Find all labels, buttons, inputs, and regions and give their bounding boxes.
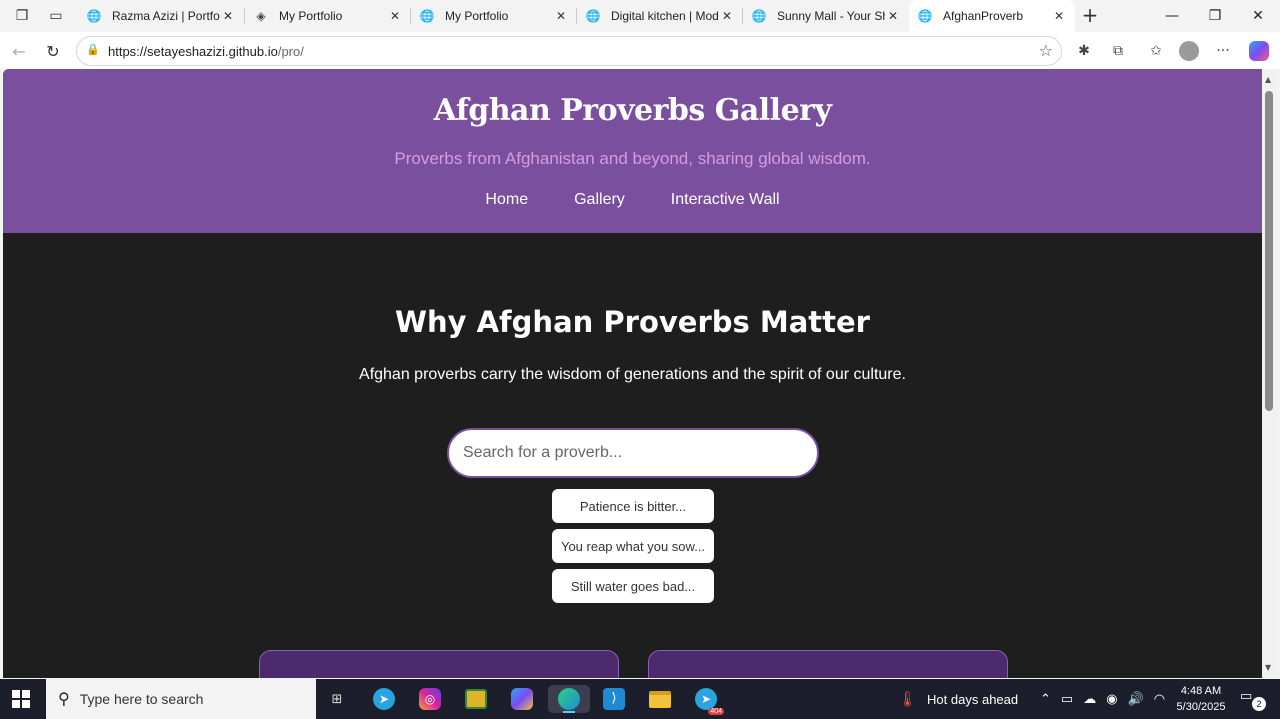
address-bar[interactable]: 🔒 https://setayeshazizi.github.io/pro/ ☆ xyxy=(76,36,1062,66)
back-button[interactable]: ← xyxy=(6,38,32,64)
tab-my-portfolio-1[interactable]: ◈ My Portfolio ✕ xyxy=(245,0,411,32)
tab-afghan-proverb[interactable]: 🌐 AfghanProverb ✕ xyxy=(909,0,1075,32)
chevron-up-icon[interactable]: ⌃ xyxy=(1040,691,1051,707)
restore-button[interactable]: ❐ xyxy=(1193,0,1237,32)
site-header: Afghan Proverbs Gallery Proverbs from Af… xyxy=(3,69,1262,233)
notification-icon[interactable]: ▭ 2 xyxy=(1240,689,1266,711)
clock-time: 4:48 AM xyxy=(1180,685,1222,697)
weather-widget[interactable]: 🌡 Hot days ahead xyxy=(898,679,1018,719)
taskbar-search-box[interactable]: ⚲ Type here to search xyxy=(46,679,316,719)
close-icon[interactable]: ✕ xyxy=(387,9,403,23)
start-button[interactable] xyxy=(12,690,30,708)
scroll-up-arrow-icon[interactable]: ▲ xyxy=(1265,75,1271,84)
tab-title: Razma Azizi | Portfolio xyxy=(112,9,220,23)
battery-icon[interactable]: ▭ xyxy=(1061,691,1073,707)
site-nav: Home Gallery Interactive Wall xyxy=(3,191,1262,209)
favorite-star-icon[interactable]: ☆ xyxy=(1039,41,1053,60)
extensions-icon[interactable]: ⧉ xyxy=(1107,40,1129,62)
globe-icon: 🌐 xyxy=(917,9,933,23)
close-icon[interactable]: ✕ xyxy=(220,9,236,23)
task-view-icon[interactable]: ⊞ xyxy=(323,685,351,713)
scroll-thumb[interactable] xyxy=(1265,91,1273,411)
nav-interactive-wall[interactable]: Interactive Wall xyxy=(671,191,780,209)
copilot-app-icon[interactable] xyxy=(508,685,536,713)
globe-icon: 🌐 xyxy=(751,9,767,23)
scroll-down-arrow-icon[interactable]: ▼ xyxy=(1265,663,1271,672)
meet-now-icon[interactable]: ◉ xyxy=(1106,691,1117,707)
site-title: Afghan Proverbs Gallery xyxy=(433,93,832,128)
close-icon[interactable]: ✕ xyxy=(1051,9,1067,23)
proverb-card[interactable] xyxy=(648,650,1008,678)
vscode-icon[interactable]: ⟩ xyxy=(600,685,628,713)
site-subtitle: Proverbs from Afghanistan and beyond, sh… xyxy=(394,149,871,168)
nav-home[interactable]: Home xyxy=(485,191,528,209)
tab-title: Digital kitchen | Modern xyxy=(611,9,719,23)
edge-icon[interactable] xyxy=(548,685,590,713)
favorites-icon[interactable]: ✩ xyxy=(1145,40,1167,62)
tab-title: My Portfolio xyxy=(445,9,509,23)
telegram-icon[interactable]: ➤ xyxy=(370,685,398,713)
telegram-badge-icon[interactable]: ➤ 404 xyxy=(692,685,724,715)
wifi-icon[interactable]: ◠ xyxy=(1154,691,1165,707)
nav-gallery[interactable]: Gallery xyxy=(574,191,625,209)
suggestion-button-reap[interactable]: You reap what you sow... xyxy=(552,529,714,563)
volume-icon[interactable]: 🔊 xyxy=(1128,691,1144,707)
close-window-button[interactable]: ✕ xyxy=(1236,0,1280,32)
profile-avatar[interactable] xyxy=(1178,40,1200,62)
tab-digital-kitchen[interactable]: 🌐 Digital kitchen | Modern ✕ xyxy=(577,0,743,32)
search-icon: ⚲ xyxy=(58,691,70,708)
tab-title: My Portfolio xyxy=(279,9,343,23)
lock-icon[interactable]: 🔒 xyxy=(85,43,101,59)
tab-razma-portfolio[interactable]: 🌐 Razma Azizi | Portfolio ✕ xyxy=(78,0,244,32)
telegram-badge: 404 xyxy=(708,708,724,715)
tab-actions-icon[interactable]: ▭ xyxy=(45,5,67,27)
diamond-icon: ◈ xyxy=(256,9,266,23)
close-icon[interactable]: ✕ xyxy=(553,9,569,23)
globe-icon: 🌐 xyxy=(585,9,601,23)
close-icon[interactable]: ✕ xyxy=(719,9,735,23)
copilot-icon[interactable] xyxy=(1248,40,1270,62)
weather-text: Hot days ahead xyxy=(927,691,1019,707)
url-path: /pro/ xyxy=(277,44,304,59)
proverb-card[interactable] xyxy=(259,650,619,678)
bug-extension-icon[interactable]: ✱ xyxy=(1073,40,1095,62)
section-text: Afghan proverbs carry the wisdom of gene… xyxy=(359,366,906,383)
globe-icon: 🌐 xyxy=(419,9,435,23)
system-tray: ⌃ ▭ ☁ ◉ 🔊 ◠ xyxy=(1040,679,1165,719)
more-menu-icon[interactable]: ··· xyxy=(1212,40,1234,62)
close-icon[interactable]: ✕ xyxy=(885,9,901,23)
browser-toolbar: ← ↻ 🔒 https://setayeshazizi.github.io/pr… xyxy=(0,32,1280,69)
url-text: https://setayeshazizi.github.io/pro/ xyxy=(108,44,304,59)
notification-badge: 2 xyxy=(1252,697,1266,711)
tab-my-portfolio-2[interactable]: 🌐 My Portfolio ✕ xyxy=(411,0,577,32)
instagram-icon[interactable]: ◎ xyxy=(416,685,444,713)
new-tab-button[interactable]: + xyxy=(1078,4,1102,28)
tab-sunny-mall[interactable]: 🌐 Sunny Mall - Your Shop ✕ xyxy=(743,0,909,32)
suggestion-button-patience[interactable]: Patience is bitter... xyxy=(552,489,714,523)
classroom-icon[interactable] xyxy=(462,685,490,713)
workspaces-icon[interactable]: ❐ xyxy=(11,5,33,27)
minimize-button[interactable]: — xyxy=(1150,0,1194,32)
section-title: Why Afghan Proverbs Matter xyxy=(394,305,870,339)
clock-date: 5/30/2025 xyxy=(1176,701,1226,713)
tab-strip: ❐ ▭ 🌐 Razma Azizi | Portfolio ✕ ◈ My Por… xyxy=(0,0,1280,32)
cloud-icon[interactable]: ☁ xyxy=(1083,691,1096,707)
page-scrollbar[interactable]: ▲ ▼ xyxy=(1262,69,1277,678)
file-explorer-icon[interactable] xyxy=(646,685,674,713)
clock[interactable]: 4:48 AM 5/30/2025 xyxy=(1170,683,1232,715)
tab-title: AfghanProverb xyxy=(943,9,1024,23)
url-host: https://setayeshazizi.github.io xyxy=(108,44,278,59)
thermometer-icon: 🌡 xyxy=(898,691,918,708)
taskbar-search-placeholder: Type here to search xyxy=(79,691,204,707)
windows-taskbar: ⚲ Type here to search ⊞ ➤ ◎ ⟩ ➤ 404 🌡 Hot… xyxy=(0,679,1280,719)
suggestion-button-still-water[interactable]: Still water goes bad... xyxy=(552,569,714,603)
tab-title: Sunny Mall - Your Shop xyxy=(777,9,885,23)
refresh-button[interactable]: ↻ xyxy=(40,38,66,64)
page-viewport: Afghan Proverbs Gallery Proverbs from Af… xyxy=(3,69,1262,678)
proverb-search-input[interactable]: Search for a proverb... xyxy=(447,428,819,478)
globe-icon: 🌐 xyxy=(86,9,102,23)
